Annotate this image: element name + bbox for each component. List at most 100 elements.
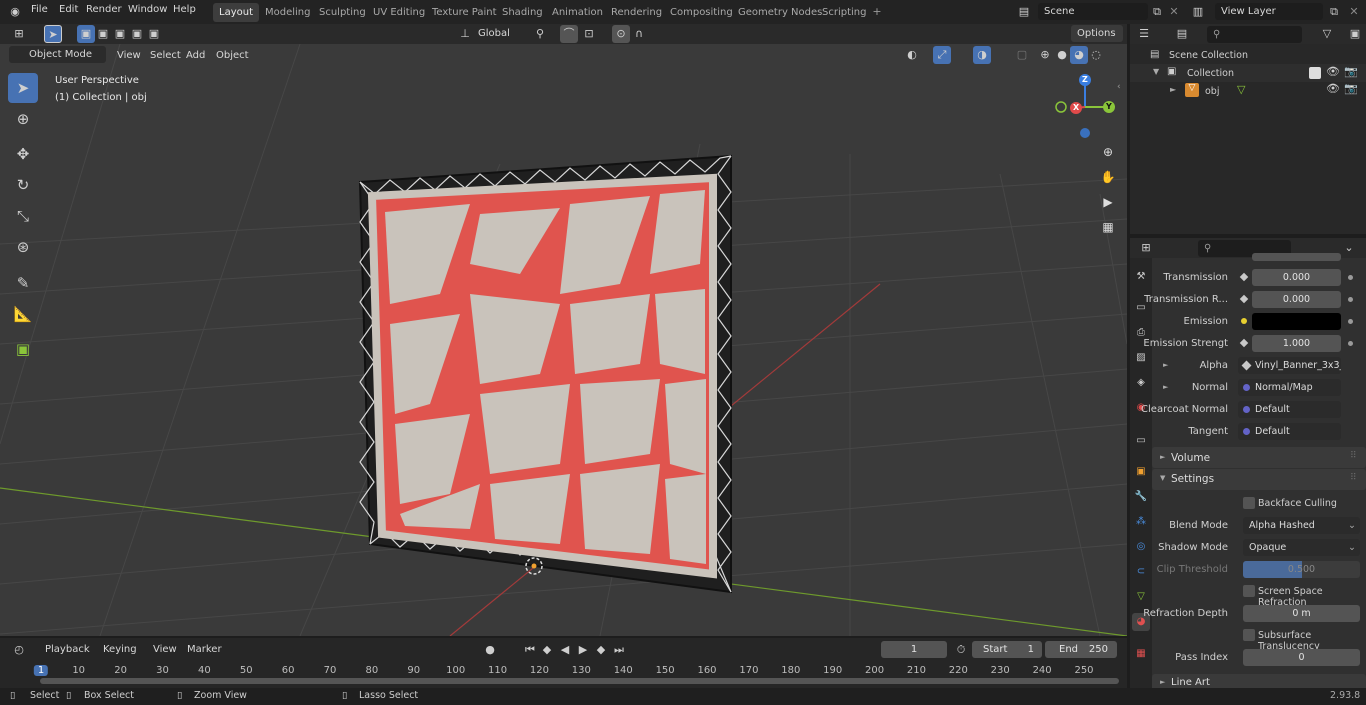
menu-help[interactable]: Help bbox=[173, 4, 196, 15]
filter-icon[interactable]: ▽ bbox=[1318, 25, 1336, 43]
wireframe-shading-icon[interactable]: ⊕ bbox=[1036, 46, 1054, 64]
timeline-menu-playback[interactable]: Playback bbox=[40, 641, 95, 658]
snap-toggle-icon[interactable]: ⌒ bbox=[560, 25, 578, 43]
play-icon[interactable]: ▶ bbox=[574, 641, 592, 659]
obj-render-icon[interactable]: 📷 bbox=[1344, 82, 1358, 95]
tab-uv-editing[interactable]: UV Editing bbox=[367, 3, 431, 22]
timeline-editor-icon[interactable]: ◴ bbox=[10, 641, 28, 659]
view-layer-tab-icon[interactable]: ▨ bbox=[1132, 349, 1150, 367]
volume-expand-icon[interactable]: ► bbox=[1160, 453, 1165, 461]
transmission-field[interactable]: 0.000 bbox=[1252, 269, 1341, 286]
particles-tab-icon[interactable]: ⁂ bbox=[1132, 513, 1150, 531]
transmission-roughness-field[interactable]: 0.000 bbox=[1252, 291, 1341, 308]
add-workspace-icon[interactable]: + bbox=[868, 3, 886, 21]
tab-animation[interactable]: Animation bbox=[546, 3, 609, 22]
next-keyframe-icon[interactable]: ◆ bbox=[592, 641, 610, 659]
line-art-expand-icon[interactable]: ► bbox=[1160, 678, 1165, 686]
ior-field-partial[interactable] bbox=[1252, 253, 1341, 261]
gizmo-toggle-icon[interactable]: ⤢ bbox=[933, 46, 951, 64]
pivot-icon[interactable]: ⚲ bbox=[531, 25, 549, 43]
overlay-toggle-icon[interactable]: ◑ bbox=[973, 46, 991, 64]
normal-expand-icon[interactable]: ► bbox=[1163, 383, 1168, 391]
outliner-editor-icon[interactable]: ☰ bbox=[1135, 25, 1153, 43]
remove-view-layer-icon[interactable]: ✕ bbox=[1345, 3, 1363, 21]
collection-exclude-checkbox[interactable] bbox=[1309, 67, 1321, 79]
timeline-menu-marker[interactable]: Marker bbox=[182, 641, 227, 658]
viewport-menu-select[interactable]: Select bbox=[145, 47, 186, 64]
tangent-link-field[interactable]: Default bbox=[1238, 423, 1341, 440]
copy-scene-icon[interactable]: ⧉ bbox=[1148, 3, 1166, 21]
tab-layout[interactable]: Layout bbox=[213, 3, 259, 22]
select-box-tool-icon[interactable]: ➤ bbox=[8, 73, 38, 103]
object-mode-dropdown[interactable]: Object Mode bbox=[9, 46, 106, 63]
solid-shading-icon[interactable]: ● bbox=[1053, 46, 1071, 64]
viewport-menu-add[interactable]: Add bbox=[181, 47, 210, 64]
normal-link-field[interactable]: Normal/Map bbox=[1238, 379, 1341, 396]
select-new-icon[interactable]: ▣ bbox=[77, 25, 95, 43]
alpha-link-field[interactable]: Vinyl_Banner_3x3_... bbox=[1238, 357, 1341, 374]
tool-tab-icon[interactable]: ⚒ bbox=[1132, 268, 1150, 286]
auto-keying-icon[interactable]: ● bbox=[481, 641, 499, 659]
constraints-tab-icon[interactable]: ⊂ bbox=[1132, 563, 1150, 581]
obj-label[interactable]: obj bbox=[1205, 86, 1219, 97]
object-tab-icon[interactable]: ▣ bbox=[1132, 463, 1150, 481]
alpha-expand-icon[interactable]: ► bbox=[1163, 361, 1168, 369]
timeline-menu-view[interactable]: View bbox=[148, 641, 182, 658]
properties-options-icon[interactable]: ⌄ bbox=[1340, 239, 1358, 257]
properties-editor-icon[interactable]: ⊞ bbox=[1137, 239, 1155, 257]
view-layer-icon[interactable]: ▥ bbox=[1189, 3, 1207, 21]
ortho-toggle-icon[interactable]: ▦ bbox=[1097, 216, 1119, 238]
add-cube-tool-icon[interactable]: ▣ bbox=[8, 334, 38, 364]
new-collection-icon[interactable]: ▣ bbox=[1346, 25, 1364, 43]
data-tab-icon[interactable]: ▽ bbox=[1132, 588, 1150, 606]
xray-icon[interactable]: ▢ bbox=[1013, 46, 1031, 64]
menu-window[interactable]: Window bbox=[128, 4, 167, 15]
remove-scene-icon[interactable]: ✕ bbox=[1165, 3, 1183, 21]
scale-tool-icon[interactable]: ⤡ bbox=[8, 201, 38, 231]
physics-tab-icon[interactable]: ◎ bbox=[1132, 538, 1150, 556]
jump-start-icon[interactable]: ⏮ bbox=[521, 641, 539, 659]
visibility-filter-icon[interactable]: ◐ bbox=[903, 46, 921, 64]
mesh-data-icon[interactable]: ▽ bbox=[1237, 83, 1245, 96]
select-extend-icon[interactable]: ▣ bbox=[94, 25, 112, 43]
pass-index-field[interactable]: 0 bbox=[1243, 649, 1360, 666]
select-invert-icon[interactable]: ▣ bbox=[128, 25, 146, 43]
pan-view-icon[interactable]: ✋ bbox=[1097, 166, 1119, 188]
transmission-keyframe-dot[interactable] bbox=[1348, 275, 1353, 280]
scene-icon[interactable]: ▤ bbox=[1015, 3, 1033, 21]
timeline-menu-keying[interactable]: Keying bbox=[98, 641, 142, 658]
refraction-depth-field[interactable]: 0 m bbox=[1243, 605, 1360, 622]
volume-header[interactable]: Volume bbox=[1171, 452, 1210, 464]
settings-header[interactable]: Settings bbox=[1171, 473, 1214, 485]
play-reverse-icon[interactable]: ◀ bbox=[556, 641, 574, 659]
menu-edit[interactable]: Edit bbox=[59, 4, 78, 15]
blend-mode-dropdown[interactable]: Alpha Hashed ⌄ bbox=[1243, 517, 1360, 534]
settings-drag-handle-icon[interactable]: ⠿ bbox=[1350, 473, 1357, 483]
stopwatch-icon[interactable]: ⏱ bbox=[952, 641, 970, 659]
measure-tool-icon[interactable]: 📐 bbox=[8, 299, 38, 329]
subsurface-checkbox[interactable] bbox=[1243, 629, 1255, 641]
editor-type-icon[interactable]: ⊞ bbox=[10, 25, 28, 43]
jump-end-icon[interactable]: ⏭ bbox=[610, 641, 628, 659]
collection-tab-icon[interactable]: ▭ bbox=[1132, 432, 1150, 450]
shadow-mode-dropdown[interactable]: Opaque ⌄ bbox=[1243, 539, 1360, 556]
backface-culling-checkbox[interactable] bbox=[1243, 497, 1255, 509]
select-subtract-icon[interactable]: ▣ bbox=[111, 25, 129, 43]
tab-geometry-nodes[interactable]: Geometry Nodes bbox=[732, 3, 828, 22]
blender-logo-icon[interactable]: ◉ bbox=[6, 3, 24, 21]
ssr-checkbox[interactable] bbox=[1243, 585, 1255, 597]
obj-visibility-icon[interactable]: 👁 bbox=[1326, 82, 1340, 95]
current-frame-field[interactable]: 1 bbox=[881, 641, 947, 658]
snap-target-icon[interactable]: ⊡ bbox=[580, 25, 598, 43]
options-dropdown[interactable]: Options bbox=[1071, 25, 1123, 42]
timeline-scrollbar[interactable] bbox=[40, 678, 1119, 684]
tab-rendering[interactable]: Rendering bbox=[605, 3, 668, 22]
proportional-edit-icon[interactable]: ⊙ bbox=[612, 25, 630, 43]
tab-scripting[interactable]: Scripting bbox=[816, 3, 872, 22]
volume-drag-handle-icon[interactable]: ⠿ bbox=[1350, 451, 1357, 461]
clip-threshold-slider[interactable]: 0.500 bbox=[1243, 561, 1360, 578]
menu-file[interactable]: File bbox=[31, 4, 48, 15]
texture-tab-icon[interactable]: ▦ bbox=[1132, 645, 1150, 663]
settings-expand-icon[interactable]: ▼ bbox=[1160, 474, 1165, 482]
viewport-menu-view[interactable]: View bbox=[112, 47, 146, 64]
